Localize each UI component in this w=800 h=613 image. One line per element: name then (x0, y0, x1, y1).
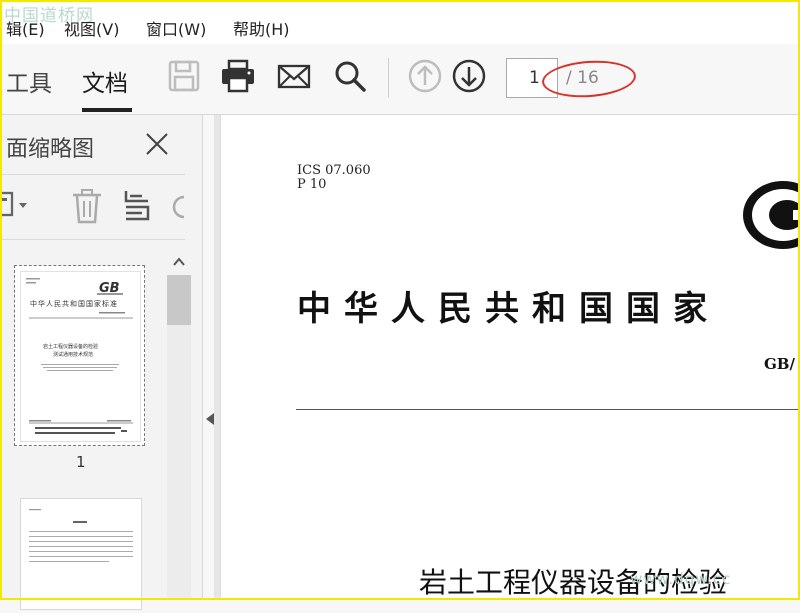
thumbnail-content (29, 509, 133, 562)
menu-edit[interactable]: 辑(E) (6, 16, 45, 40)
arrow-up-icon[interactable] (407, 58, 443, 94)
rotate-icon[interactable] (168, 187, 188, 225)
page-thumbnail-1[interactable]: GB 中华人民共和国国家标准 岩土工程仪器设备的检验 测试通用技术规范 (14, 265, 145, 446)
thumb-title-2: 测试通用技术规范 (53, 351, 93, 358)
scrollbar-thumb[interactable] (167, 275, 191, 325)
menu-view[interactable]: 视图(V) (64, 16, 119, 40)
active-tab-indicator (82, 108, 132, 112)
tab-tools[interactable]: 工具 (6, 64, 52, 98)
standard-seal-logo (743, 181, 800, 249)
thumbnail-page: GB 中华人民共和国国家标准 岩土工程仪器设备的检验 测试通用技术规范 (20, 271, 141, 442)
thumbnail-page-number: 1 (76, 453, 86, 471)
print-icon[interactable] (220, 58, 256, 94)
ics-line: ICS 07.060 (297, 163, 371, 178)
gb-code: GB/ (764, 355, 795, 373)
mail-icon[interactable] (276, 58, 312, 94)
scroll-up-icon[interactable] (172, 256, 186, 268)
collapse-panel-icon[interactable] (206, 413, 214, 425)
p-line: P 10 (297, 177, 327, 192)
thumb-title-1: 岩土工程仪器设备的检验 (43, 343, 98, 350)
document-page: ICS 07.060 P 10 中华人民共和国国家 GB/ 岩土工程仪器设备的检… (220, 115, 800, 600)
thumbnail-content: GB 中华人民共和国国家标准 岩土工程仪器设备的检验 测试通用技术规范 (26, 278, 133, 434)
menu-help[interactable]: 帮助(H) (233, 16, 290, 40)
panel-divider (0, 239, 185, 240)
options-icon[interactable] (0, 187, 32, 223)
thumb-heading: 中华人民共和国国家标准 (30, 299, 118, 308)
extract-icon[interactable] (120, 187, 154, 225)
panel-divider (0, 174, 185, 175)
title-rule (296, 409, 800, 410)
search-icon[interactable] (332, 58, 368, 94)
menu-bar: 中国道桥网 辑(E) 视图(V) 窗口(W) 帮助(H) (0, 0, 800, 45)
panel-toolbar (0, 177, 185, 237)
tab-document[interactable]: 文档 (82, 64, 128, 98)
ics-code: ICS 07.060 P 10 (297, 164, 371, 192)
national-standard-title: 中华人民共和国国家 (297, 289, 720, 329)
close-icon[interactable] (144, 131, 170, 157)
panel-title: 面缩略图 (6, 137, 95, 162)
thumbnails-panel: 面缩略图 GB 中华人民共和国国家标准 岩土工程仪器设备的检验 测试通用技术规范… (0, 115, 203, 610)
arrow-down-icon[interactable] (451, 58, 487, 94)
save-icon[interactable] (166, 58, 202, 94)
page-thumbnail-2[interactable] (20, 498, 142, 610)
toolbar: 工具 文档 1 / 16 (0, 44, 800, 115)
menu-window[interactable]: 窗口(W) (146, 16, 206, 40)
watermark-bottom: www.dqw.cc (630, 570, 732, 588)
toolbar-separator (388, 58, 389, 98)
delete-icon[interactable] (70, 187, 104, 225)
